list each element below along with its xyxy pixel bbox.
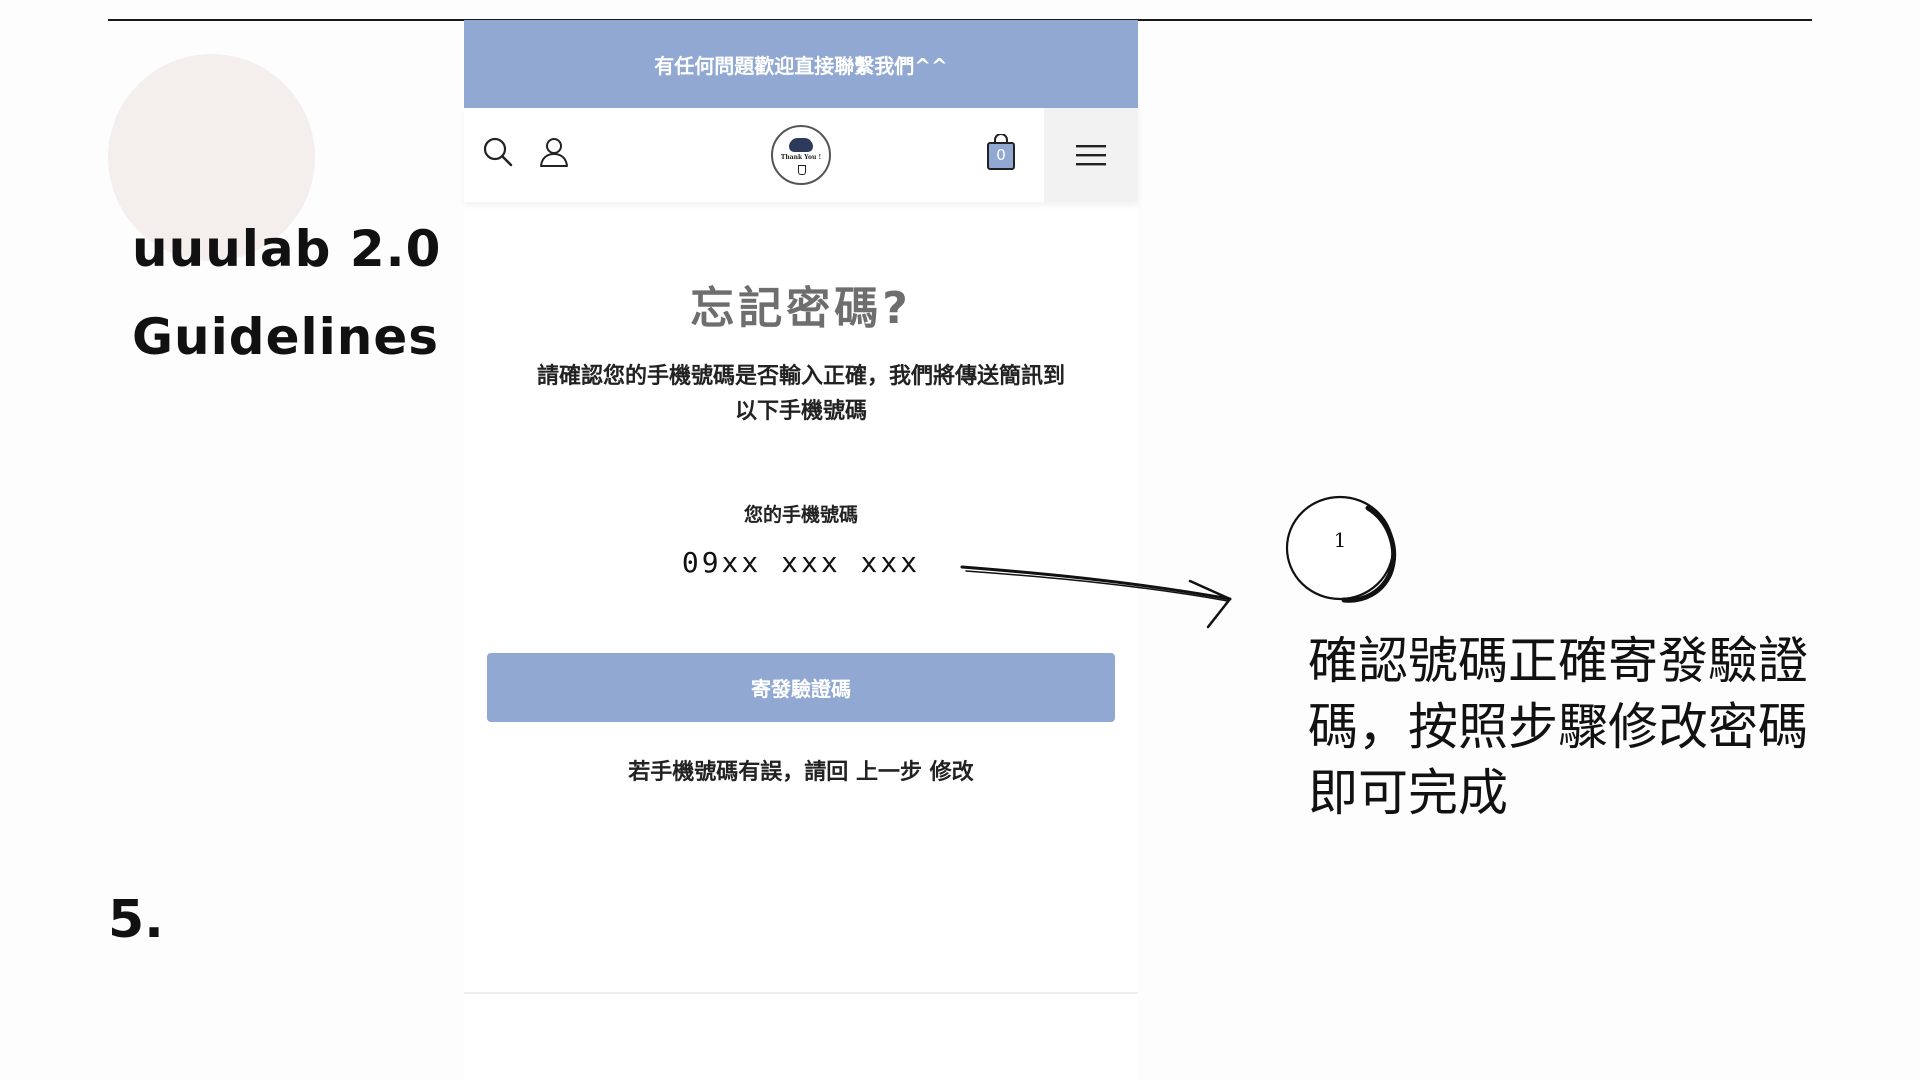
logo-cloud-icon [789, 138, 813, 152]
phone-number-label: 您的手機號碼 [743, 504, 858, 526]
guide-title-line-2: Guidelines [132, 308, 440, 366]
step-badge-number: 1 [1333, 528, 1347, 552]
page-title: 忘記密碼? [690, 283, 912, 334]
user-icon[interactable] [530, 128, 578, 176]
back-step-link[interactable]: 上一步 [856, 760, 922, 785]
annotation-line-3: 即可完成 [1308, 764, 1508, 822]
back-step-hint: 若手機號碼有誤，請回 上一步 修改 [464, 754, 1138, 786]
footer-divider [464, 992, 1138, 994]
back-hint-suffix: 修改 [929, 760, 974, 785]
cart-icon[interactable]: 0 [981, 130, 1021, 174]
annotation-line-1: 確認號碼正確寄發驗證 [1308, 632, 1808, 690]
announcement-text: 有任何問題歡迎直接聯繫我們^^ [654, 53, 948, 78]
instructions-line-2: 以下手機號碼 [734, 399, 867, 424]
logo-cup-icon [798, 165, 806, 175]
brand-logo[interactable]: Thank You ! [771, 125, 831, 185]
logo-text: Thank You ! [780, 154, 822, 161]
instructions-line-1: 請確認您的手機號碼是否輸入正確，我們將傳送簡訊到 [536, 364, 1065, 389]
hamburger-menu-icon [1076, 145, 1106, 166]
site-header: Thank You ! 0 [464, 108, 1138, 202]
send-verification-code-button[interactable]: 寄發驗證碼 [487, 653, 1115, 722]
step-number: 5. [108, 890, 164, 950]
guide-title: uuulab 2.0 Guidelines [132, 205, 441, 381]
menu-button[interactable] [1044, 108, 1138, 202]
annotation-text: 確認號碼正確寄發驗證 碼，按照步驟修改密碼 即可完成 [1308, 628, 1868, 826]
back-hint-prefix: 若手機號碼有誤，請回 [628, 760, 849, 785]
phone-screenshot: 有任何問題歡迎直接聯繫我們^^ Thank You ! 0 忘記密碼? 請確認您… [464, 20, 1138, 1080]
guide-title-line-1: uuulab 2.0 [132, 220, 442, 278]
annotation-line-2: 碼，按照步驟修改密碼 [1308, 698, 1808, 756]
arrow-icon [960, 565, 1232, 629]
instructions-text: 請確認您的手機號碼是否輸入正確，我們將傳送簡訊到 以下手機號碼 [486, 359, 1116, 429]
cart-count-badge: 0 [996, 146, 1006, 164]
step-badge: 1 [1284, 494, 1404, 606]
announcement-bar: 有任何問題歡迎直接聯繫我們^^ [464, 20, 1138, 108]
search-icon[interactable] [474, 128, 522, 176]
